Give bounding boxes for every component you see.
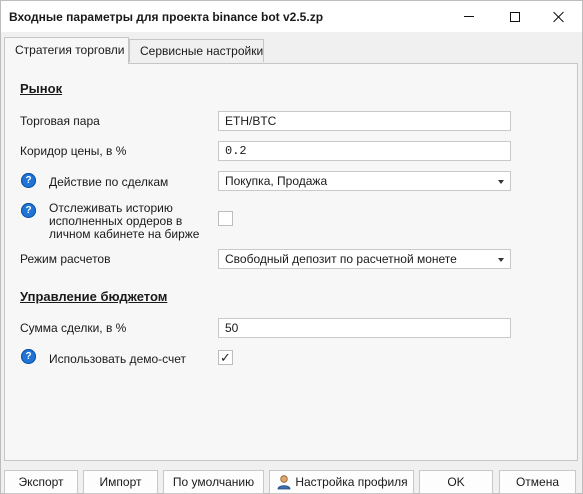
demo-account-checkbox[interactable]: ✓ bbox=[218, 350, 233, 365]
order-history-label: Отслеживать историю исполненных ордеров … bbox=[49, 202, 199, 241]
cancel-button[interactable]: Отмена bbox=[499, 470, 576, 494]
section-market-heading: Рынок bbox=[20, 81, 63, 96]
trade-action-select[interactable]: Покупка, Продажа bbox=[218, 171, 511, 191]
button-bar: Экспорт Импорт По умолчанию Настройка пр… bbox=[1, 466, 582, 494]
trading-pair-label: Торговая пара bbox=[20, 114, 100, 128]
trade-amount-input[interactable]: 50 bbox=[218, 318, 511, 338]
dialog-window: Входные параметры для проекта binance bo… bbox=[0, 0, 583, 494]
dropdown-arrow-icon bbox=[498, 258, 504, 262]
price-corridor-label: Коридор цены, в % bbox=[20, 144, 127, 158]
trading-pair-input[interactable]: ETH/BTC bbox=[218, 111, 511, 131]
trade-action-label: Действие по сделкам bbox=[49, 175, 169, 189]
tab-service-settings[interactable]: Сервисные настройки bbox=[129, 39, 264, 62]
default-button[interactable]: По умолчанию bbox=[163, 470, 264, 494]
user-profile-icon bbox=[277, 475, 291, 490]
help-icon[interactable]: ? bbox=[21, 173, 36, 188]
ok-button[interactable]: OK bbox=[419, 470, 493, 494]
close-button[interactable] bbox=[536, 1, 582, 32]
order-history-label-line: личном кабинете на бирже bbox=[49, 227, 200, 241]
help-icon[interactable]: ? bbox=[21, 349, 36, 364]
section-budget-heading: Управление бюджетом bbox=[20, 289, 168, 304]
minimize-button[interactable] bbox=[446, 1, 492, 32]
trade-amount-label: Сумма сделки, в % bbox=[20, 321, 127, 335]
minimize-icon bbox=[464, 16, 474, 17]
window-title: Входные параметры для проекта binance bo… bbox=[9, 10, 324, 24]
tab-trading-strategy[interactable]: Стратегия торговли bbox=[4, 37, 129, 64]
maximize-icon bbox=[510, 11, 520, 22]
price-corridor-input[interactable]: 0.2 bbox=[218, 141, 511, 161]
maximize-button[interactable] bbox=[492, 1, 538, 32]
settlement-mode-label: Режим расчетов bbox=[20, 252, 111, 266]
import-button[interactable]: Импорт bbox=[83, 470, 158, 494]
close-icon bbox=[553, 11, 565, 23]
demo-account-label: Использовать демо-счет bbox=[49, 352, 187, 366]
profile-settings-label: Настройка профиля bbox=[295, 475, 408, 489]
settlement-mode-select[interactable]: Свободный депозит по расчетной монете bbox=[218, 249, 511, 269]
export-button[interactable]: Экспорт bbox=[4, 470, 78, 494]
profile-settings-button[interactable]: Настройка профиля bbox=[269, 470, 414, 494]
title-bar[interactable]: Входные параметры для проекта binance bo… bbox=[1, 1, 582, 32]
help-icon[interactable]: ? bbox=[21, 203, 36, 218]
settlement-mode-value: Свободный депозит по расчетной монете bbox=[225, 252, 457, 266]
dropdown-arrow-icon bbox=[498, 180, 504, 184]
trade-action-value: Покупка, Продажа bbox=[225, 174, 328, 188]
order-history-checkbox[interactable] bbox=[218, 211, 233, 226]
settings-panel: Рынок Торговая пара ETH/BTC Коридор цены… bbox=[4, 63, 578, 461]
